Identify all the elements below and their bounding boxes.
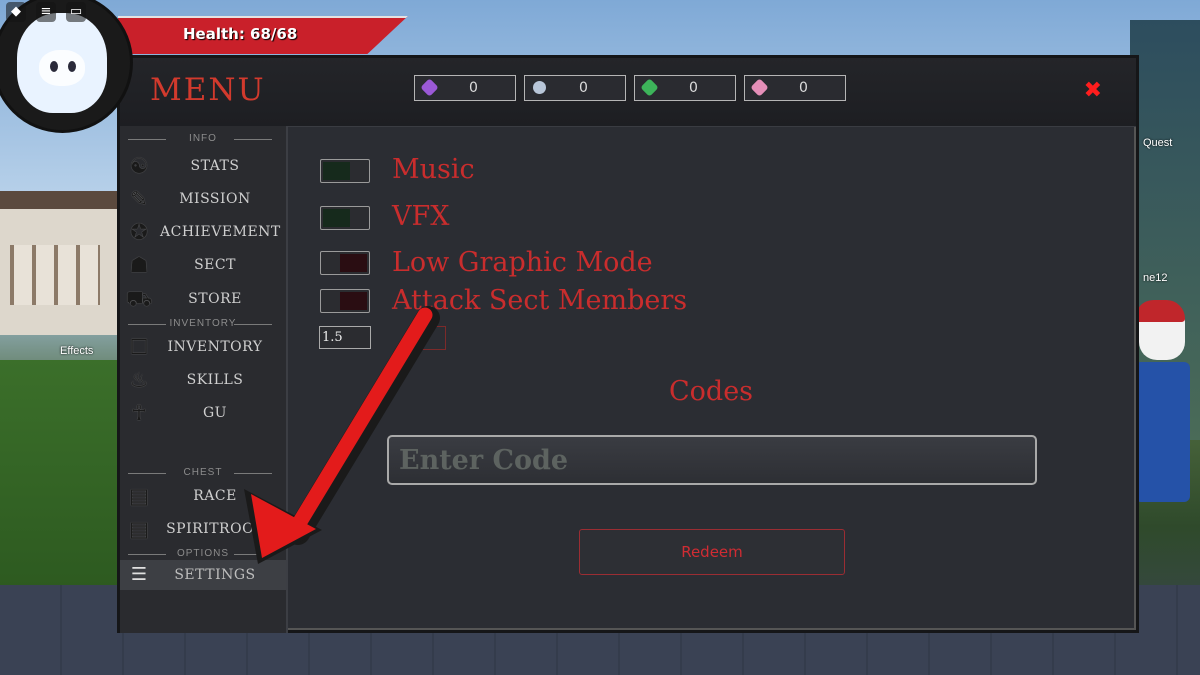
attack-sect-toggle[interactable]	[320, 289, 370, 313]
backpack-icon: ☐	[129, 335, 149, 359]
redeem-button[interactable]: Redeem	[579, 529, 845, 575]
currency-value: 0	[579, 80, 588, 96]
hamburger-icon[interactable]: ≡	[36, 2, 56, 22]
low-graphic-toggle[interactable]	[320, 251, 370, 275]
sidebar-item-label: SKILLS	[186, 372, 244, 388]
sidebar-item-mission[interactable]: ✎ MISSION	[120, 184, 286, 214]
health-text: Health: 68/68	[183, 25, 298, 43]
player-name-label: ne12	[1143, 272, 1168, 284]
currency-purple-gem: 0	[414, 75, 516, 101]
insect-icon: ☥	[131, 401, 147, 425]
codes-title: Codes	[669, 376, 754, 407]
currency-value: 0	[689, 80, 698, 96]
background-building	[0, 191, 120, 335]
sidebar-item-spiritroot[interactable]: ▤ SPIRITROOT	[120, 514, 286, 544]
green-crystal-icon	[640, 78, 659, 97]
background-player-character	[1135, 300, 1190, 520]
sidebar-item-label: SPIRITROOT	[166, 521, 264, 537]
attack-sect-label: Attack Sect Members	[392, 285, 688, 316]
sidebar-item-inventory[interactable]: ☐ INVENTORY	[120, 332, 286, 362]
low-graphic-label: Low Graphic Mode	[392, 247, 653, 278]
silver-ore-icon	[530, 78, 549, 97]
close-icon[interactable]: ✖	[1084, 80, 1102, 102]
sidebar-item-label: SETTINGS	[174, 567, 256, 583]
sidebar-item-label: STATS	[190, 158, 240, 174]
effects-label: Effects	[60, 345, 94, 357]
vfx-label: VFX	[392, 201, 450, 232]
sidebar-item-gu[interactable]: ☥ GU	[120, 398, 286, 428]
purple-gem-icon	[420, 78, 439, 97]
section-options: OPTIONS	[120, 548, 286, 559]
stats-icon: ☯	[129, 154, 149, 178]
sidebar-item-label: SECT	[194, 257, 236, 273]
secondary-value-box[interactable]	[416, 326, 446, 350]
sidebar-item-achievement[interactable]: ✪ ACHIEVEMENT	[120, 217, 286, 247]
menu-title: MENU	[150, 72, 266, 108]
roblox-topbar: ◆ ≡ ▭	[6, 2, 86, 22]
currency-green-crystal: 0	[634, 75, 736, 101]
sidebar-item-label: ACHIEVEMENT	[160, 224, 281, 240]
sliders-icon: ☰	[130, 564, 148, 585]
section-chest: CHEST	[120, 467, 286, 478]
menu-sidebar: INFO ☯ STATS ✎ MISSION ✪ ACHIEVEMENT ☗ S…	[120, 126, 288, 633]
currency-silver-ore: 0	[524, 75, 626, 101]
medal-icon: ✪	[130, 220, 148, 244]
menu-header: MENU 0 0 0 0 ✖	[120, 58, 1136, 127]
sidebar-item-race[interactable]: ▤ RACE	[120, 481, 286, 511]
sidebar-item-label: GU	[203, 405, 227, 421]
sidebar-item-label: MISSION	[179, 191, 251, 207]
health-bar: Health: 68/68	[118, 16, 408, 54]
sidebar-item-label: RACE	[193, 488, 237, 504]
menu-panel: MENU 0 0 0 0 ✖ INFO ☯ STATS ✎ MISSION ✪ …	[117, 55, 1139, 633]
scroll-icon: ✎	[130, 187, 148, 211]
sidebar-item-label: INVENTORY	[167, 339, 263, 355]
sidebar-item-skills[interactable]: ♨ SKILLS	[120, 365, 286, 395]
cart-icon: ⛟	[126, 287, 153, 311]
quest-label: Quest	[1143, 137, 1173, 149]
chest-icon: ▤	[129, 517, 149, 541]
section-inventory: INVENTORY	[120, 318, 286, 329]
vfx-toggle[interactable]	[320, 206, 370, 230]
currency-value: 0	[469, 80, 478, 96]
background-grass	[0, 360, 120, 590]
camera-value-input[interactable]	[319, 326, 371, 349]
chat-icon[interactable]: ▭	[66, 2, 86, 22]
code-input[interactable]	[387, 435, 1037, 485]
flame-icon: ♨	[129, 368, 149, 392]
chest-icon: ▤	[129, 484, 149, 508]
group-icon: ☗	[129, 253, 149, 277]
roblox-menu-icon[interactable]: ◆	[6, 2, 26, 22]
sidebar-item-stats[interactable]: ☯ STATS	[120, 151, 286, 181]
sidebar-item-label: STORE	[188, 291, 242, 307]
sidebar-item-store[interactable]: ⛟ STORE	[120, 284, 286, 314]
music-label: Music	[392, 154, 475, 185]
section-info: INFO	[120, 133, 286, 144]
sidebar-item-sect[interactable]: ☗ SECT	[120, 250, 286, 280]
currency-value: 0	[799, 80, 808, 96]
sidebar-item-settings[interactable]: ☰ SETTINGS	[120, 560, 286, 590]
pink-crystal-icon	[750, 78, 769, 97]
music-toggle[interactable]	[320, 159, 370, 183]
currency-pink-crystal: 0	[744, 75, 846, 101]
